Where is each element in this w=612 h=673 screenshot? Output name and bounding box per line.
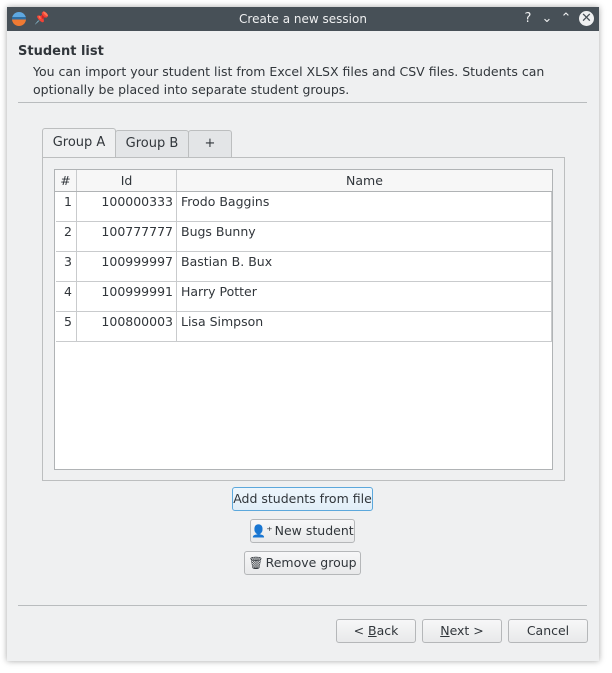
next-mnemonic: N [440, 623, 450, 638]
row-number: 2 [56, 222, 77, 251]
new-student-button[interactable]: 👤⁺ New student [250, 519, 355, 543]
student-id: 100999997 [77, 252, 177, 281]
footer-divider [18, 605, 587, 606]
tab-group-a[interactable]: Group A [42, 128, 116, 157]
row-number: 5 [56, 312, 77, 341]
help-button[interactable]: ? [520, 10, 536, 27]
add-user-icon: 👤⁺ [251, 524, 273, 538]
back-rest: ack [376, 623, 399, 638]
student-name: Bugs Bunny [177, 222, 552, 251]
student-id: 100000333 [77, 192, 177, 221]
section-heading: Student list [18, 44, 104, 59]
maximize-button[interactable]: ⌃ [558, 10, 574, 27]
student-id: 100999991 [77, 282, 177, 311]
add-students-from-file-button[interactable]: Add students from file [232, 487, 373, 511]
table-row[interactable]: 2 100777777 Bugs Bunny [56, 222, 552, 252]
title-bar: 📌 Create a new session ? ⌄ ⌃ ✕ [7, 7, 599, 31]
student-name: Frodo Baggins [177, 192, 552, 221]
student-id: 100777777 [77, 222, 177, 251]
window-title: Create a new session [239, 12, 367, 26]
remove-group-label: Remove group [265, 555, 357, 570]
next-rest: ext > [449, 623, 484, 638]
student-id: 100800003 [77, 312, 177, 341]
row-number: 1 [56, 192, 77, 221]
column-header-number[interactable]: # [55, 170, 77, 191]
cancel-button[interactable]: Cancel [508, 619, 588, 643]
dialog-window: 📌 Create a new session ? ⌄ ⌃ ✕ Student l… [7, 7, 599, 661]
tab-panel: # Id Name 1 100000333 Frodo Baggins 2 10… [42, 157, 565, 481]
minimize-button[interactable]: ⌄ [539, 10, 555, 27]
back-mnemonic: B [368, 623, 377, 638]
new-student-label: New student [274, 523, 354, 538]
trash-icon: 🗑 [248, 556, 264, 570]
remove-group-button[interactable]: 🗑 Remove group [244, 551, 361, 575]
table-row[interactable]: 5 100800003 Lisa Simpson [56, 312, 552, 342]
column-header-name[interactable]: Name [177, 170, 552, 191]
student-table[interactable]: # Id Name 1 100000333 Frodo Baggins 2 10… [54, 169, 553, 470]
next-button[interactable]: Next > [422, 619, 502, 643]
column-header-id[interactable]: Id [77, 170, 177, 191]
back-button[interactable]: < Back [336, 619, 416, 643]
table-row[interactable]: 3 100999997 Bastian B. Bux [56, 252, 552, 282]
tab-group-b[interactable]: Group B [115, 130, 189, 157]
table-row[interactable]: 1 100000333 Frodo Baggins [56, 192, 552, 222]
back-prefix: < [353, 623, 369, 638]
student-name: Lisa Simpson [177, 312, 552, 341]
close-button[interactable]: ✕ [579, 11, 594, 26]
table-header: # Id Name [55, 170, 552, 192]
row-number: 3 [56, 252, 77, 281]
tab-add-group[interactable]: + [188, 130, 232, 157]
student-name: Harry Potter [177, 282, 552, 311]
header-divider [18, 102, 587, 103]
section-description: You can import your student list from Ex… [33, 64, 545, 97]
table-row[interactable]: 4 100999991 Harry Potter [56, 282, 552, 312]
student-name: Bastian B. Bux [177, 252, 552, 281]
row-number: 4 [56, 282, 77, 311]
